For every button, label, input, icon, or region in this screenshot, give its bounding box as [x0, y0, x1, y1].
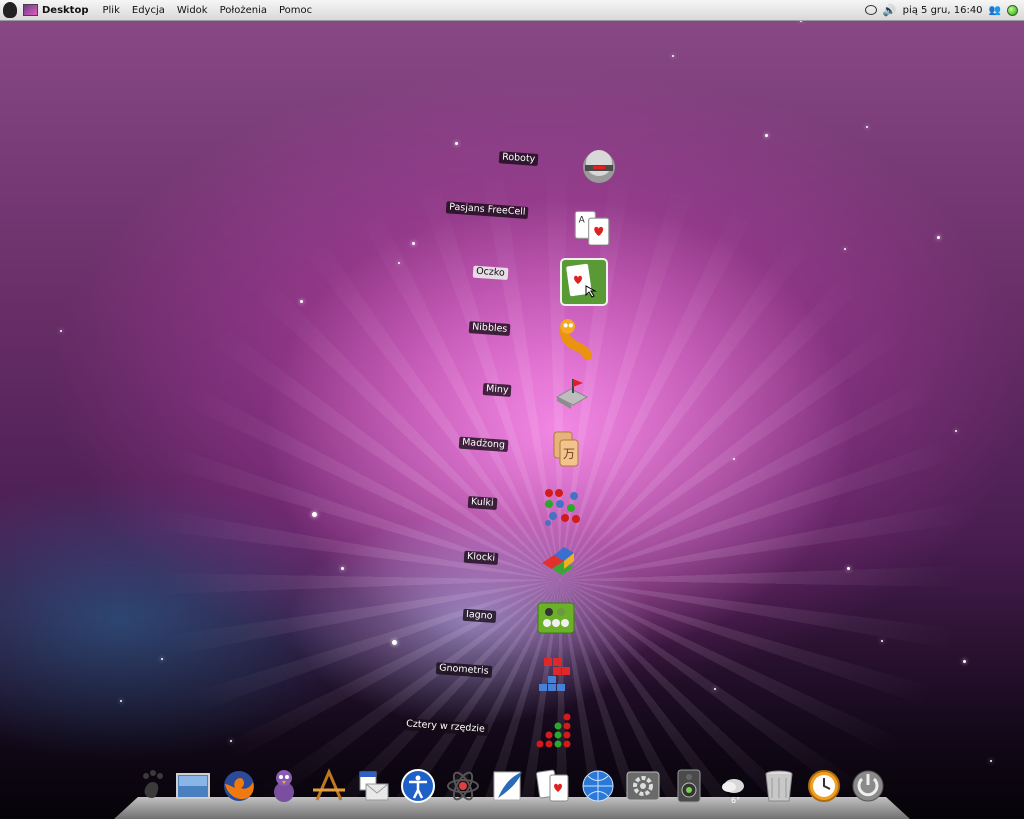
blocks-icon — [542, 547, 574, 575]
launcher-label: Pasjans FreeCell — [445, 201, 529, 219]
launcher-label: Klocki — [463, 550, 499, 565]
launcher-label: Kulki — [468, 496, 498, 510]
gnome-foot-menu-icon[interactable] — [3, 2, 17, 18]
blackjack-card-icon — [560, 258, 608, 306]
desktop-menu-label: Desktop — [42, 4, 89, 16]
desktop-app-icon — [23, 4, 38, 16]
mahjongg-tiles-icon: 万 — [553, 431, 579, 467]
app-store-a-icon[interactable] — [311, 768, 347, 804]
top-panel: Desktop Plik Edycja Widok Położenia Pomo… — [0, 0, 1024, 21]
launcher-label: Iagno — [462, 608, 496, 623]
menu-edycja[interactable]: Edycja — [132, 5, 165, 16]
atom-network-icon[interactable] — [445, 768, 481, 804]
accessibility-icon[interactable] — [400, 768, 436, 804]
robots-icon — [583, 150, 615, 183]
online-status-icon[interactable] — [1007, 4, 1018, 16]
clock-label[interactable]: pią 5 gru, 16:40 — [903, 5, 983, 16]
power-icon[interactable] — [850, 768, 886, 804]
mines-flag-icon — [555, 379, 589, 409]
dock: 6° — [128, 768, 898, 808]
menu-widok[interactable]: Widok — [177, 5, 208, 16]
firefox-icon[interactable] — [221, 768, 257, 804]
pidgin-icon[interactable] — [266, 768, 302, 804]
launcher-label: Gnometris — [436, 662, 493, 678]
freecell-cards-icon: A — [574, 210, 610, 245]
clock-icon[interactable] — [806, 768, 842, 804]
chat-bubble-icon[interactable] — [864, 5, 877, 15]
launcher-label: Nibbles — [468, 321, 511, 336]
gnometris-tetromino-icon — [539, 658, 570, 691]
launcher-label: Madżong — [458, 436, 509, 452]
menu-polozenia[interactable]: Położenia — [220, 5, 267, 16]
menu-pomoc[interactable]: Pomoc — [279, 5, 312, 16]
svg-text:A: A — [579, 216, 586, 226]
launcher-label: Oczko — [472, 265, 509, 280]
launcher-label: Roboty — [498, 151, 539, 166]
five-balls-icon — [545, 489, 580, 526]
feather-writer-icon[interactable] — [490, 768, 526, 804]
svg-text:万: 万 — [563, 447, 575, 461]
gnome-foot-icon[interactable] — [134, 768, 170, 804]
worm-icon — [559, 319, 592, 360]
users-icon[interactable]: 👥 — [989, 5, 1001, 16]
volume-icon[interactable]: 🔊 — [883, 4, 897, 17]
trash-icon[interactable] — [761, 768, 797, 804]
wallpaper-rays — [0, 20, 1024, 800]
launcher-label: Miny — [482, 383, 512, 397]
calendar-mail-icon[interactable] — [356, 768, 392, 804]
system-settings-icon[interactable] — [625, 768, 661, 804]
speaker-audio-icon[interactable] — [671, 768, 707, 804]
desktop-menu[interactable]: Desktop — [23, 4, 89, 16]
playing-cards-icon[interactable] — [535, 768, 571, 804]
desktop-screenshot-icon[interactable] — [175, 768, 211, 804]
iagno-board-icon — [537, 602, 575, 634]
weather-temperature: 6° — [731, 796, 741, 805]
launcher-label: Cztery w rzędzie — [403, 718, 489, 736]
four-in-a-row-icon — [536, 713, 571, 748]
menu-plik[interactable]: Plik — [103, 5, 120, 16]
globe-browser-icon[interactable] — [580, 768, 616, 804]
